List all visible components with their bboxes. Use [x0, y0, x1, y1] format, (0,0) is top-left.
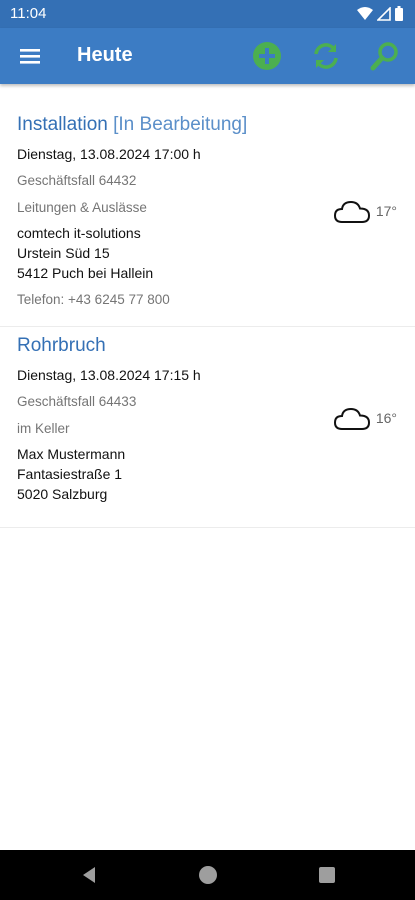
address-line: comtech it-solutions — [17, 225, 141, 241]
back-icon[interactable] — [79, 865, 99, 885]
appointment-list: Installation [In Bearbeitung] Dienstag, … — [0, 92, 415, 528]
status-icons — [357, 6, 403, 21]
appointment-title-row: Rohrbruch — [17, 327, 398, 358]
page-title: Heute — [77, 44, 133, 66]
signal-icon — [377, 6, 391, 21]
status-time: 11:04 — [10, 5, 47, 22]
address-line: 5020 Salzburg — [17, 486, 108, 502]
appointment-card[interactable]: Rohrbruch Dienstag, 13.08.2024 17:15 h G… — [0, 327, 415, 528]
search-icon[interactable] — [369, 40, 401, 72]
appointment-phone[interactable]: Telefon: +43 6245 77 800 — [17, 291, 398, 309]
appointment-address: Max Mustermann Fantasiestraße 1 5020 Sal… — [17, 444, 398, 504]
battery-icon — [395, 6, 403, 21]
appointment-title-row: Installation [In Bearbeitung] — [17, 92, 398, 137]
appointment-status: [In Bearbeitung] — [113, 114, 248, 135]
recents-icon[interactable] — [317, 865, 337, 885]
add-icon[interactable] — [251, 40, 283, 72]
weather-info: 16° — [333, 405, 397, 431]
weather-temperature: 17° — [375, 203, 397, 219]
app-bar: Heute — [0, 28, 415, 84]
appointment-title: Rohrbruch — [17, 335, 106, 356]
appointment-datetime: Dienstag, 13.08.2024 17:15 h — [17, 367, 201, 383]
home-icon[interactable] — [198, 865, 218, 885]
appointment-title: Installation — [17, 114, 108, 135]
status-bar: 11:04 — [0, 0, 415, 28]
cloud-icon — [333, 407, 370, 430]
weather-temperature: 16° — [375, 410, 397, 426]
system-nav-bar — [0, 850, 415, 900]
appointment-datetime: Dienstag, 13.08.2024 17:00 h — [17, 146, 201, 162]
address-line: Urstein Süd 15 — [17, 245, 110, 261]
appointment-case: Geschäftsfall 64432 — [17, 173, 137, 188]
wifi-icon — [357, 6, 373, 20]
sync-icon[interactable] — [310, 40, 342, 72]
address-line: 5412 Puch bei Hallein — [17, 265, 154, 281]
cloud-icon — [333, 200, 370, 223]
appointment-address: comtech it-solutions Urstein Süd 15 5412… — [17, 223, 398, 283]
address-line: Fantasiestraße 1 — [17, 466, 123, 482]
appointment-card[interactable]: Installation [In Bearbeitung] Dienstag, … — [0, 92, 415, 327]
menu-icon[interactable] — [18, 44, 42, 68]
weather-info: 17° — [333, 198, 397, 224]
address-line: Max Mustermann — [17, 446, 126, 462]
